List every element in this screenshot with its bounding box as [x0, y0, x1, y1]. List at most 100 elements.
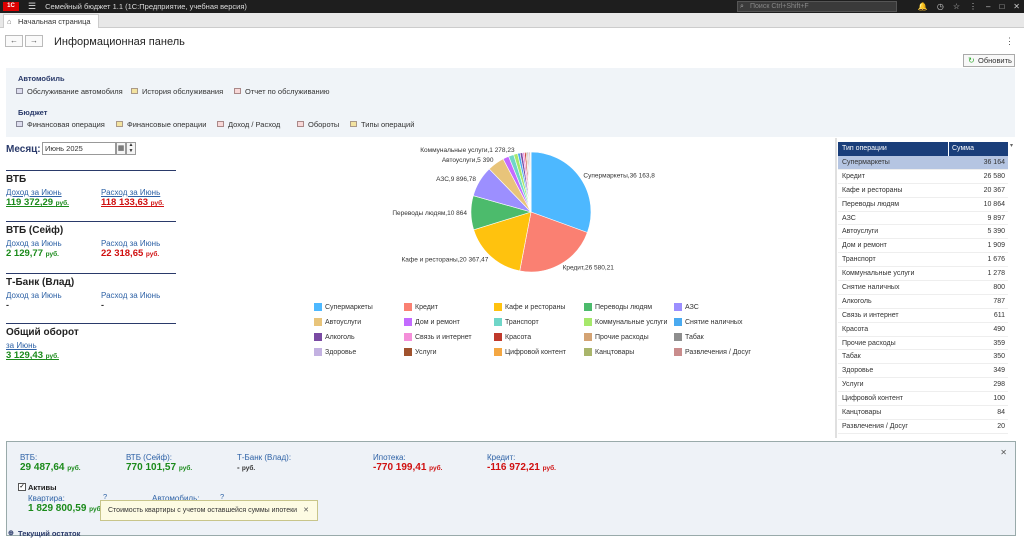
- legend-item[interactable]: АЗС: [674, 303, 764, 312]
- cell-type: Кафе и рестораны: [842, 186, 903, 194]
- legend-item[interactable]: Услуги: [404, 348, 494, 357]
- table-row[interactable]: Транспорт 1 676: [838, 253, 1008, 268]
- legend-item[interactable]: Здоровье: [314, 348, 404, 357]
- legend-swatch: [494, 333, 502, 341]
- legend-item[interactable]: Табак: [674, 333, 764, 342]
- legend-swatch: [314, 348, 322, 356]
- legend-label: Связь и интернет: [415, 334, 472, 341]
- cell-type: Здоровье: [842, 367, 874, 375]
- legend-item[interactable]: Кредит: [404, 303, 494, 312]
- legend-item[interactable]: Транспорт: [494, 318, 584, 327]
- legend-label: Супермаркеты: [325, 304, 373, 311]
- cell-type: Коммунальные услуги: [842, 270, 915, 278]
- table-row[interactable]: Прочие расходы 359: [838, 337, 1008, 351]
- table-row[interactable]: Красота 490: [838, 323, 1008, 337]
- legend-item[interactable]: Дом и ремонт: [404, 318, 494, 327]
- legend-swatch: [314, 333, 322, 341]
- legend-item[interactable]: Канцтовары: [584, 348, 674, 357]
- legend-swatch: [674, 333, 682, 341]
- legend-label: Прочие расходы: [595, 334, 649, 341]
- pie-slice-label: Коммунальные услуги,1 278,23: [420, 147, 515, 154]
- amount: -116 972,21: [487, 462, 540, 473]
- table-menu-icon[interactable]: ▾: [1010, 142, 1013, 149]
- tooltip-text: Стоимость квартиры с учетом оставшейся с…: [108, 507, 298, 514]
- table-row[interactable]: Цифровой контент 100: [838, 392, 1008, 407]
- column-header-sum[interactable]: Сумма: [948, 142, 1008, 156]
- table-row[interactable]: Развлечения / Досуг 20: [838, 420, 1008, 434]
- table-row[interactable]: АЗС 9 897: [838, 212, 1008, 226]
- scrollbar[interactable]: [835, 138, 837, 438]
- current-balance-toggle[interactable]: ⊕ Текущий остаток: [8, 529, 80, 538]
- current-balance-title: Текущий остаток: [18, 529, 81, 538]
- cell-type: Супермаркеты: [842, 159, 890, 166]
- legend-item[interactable]: Супермаркеты: [314, 303, 404, 312]
- table-row[interactable]: Дом и ремонт 1 909: [838, 239, 1008, 254]
- amount: 770 101,57: [126, 462, 177, 473]
- legend-item[interactable]: Цифровой контент: [494, 348, 584, 357]
- cell-sum: 1 278: [987, 270, 1005, 278]
- legend-swatch: [584, 318, 592, 326]
- close-icon[interactable]: ✕: [1000, 448, 1007, 457]
- legend-item[interactable]: Алкоголь: [314, 333, 404, 342]
- vtb-safe-balance: 770 101,57 руб.: [126, 462, 192, 473]
- legend-item[interactable]: Прочие расходы: [584, 333, 674, 342]
- apartment-label: Квартира:: [28, 494, 65, 503]
- currency: руб.: [241, 465, 256, 472]
- legend-swatch: [404, 303, 412, 311]
- cell-sum: 611: [993, 311, 1005, 319]
- assets-toggle[interactable]: ✓ Активы: [18, 483, 56, 492]
- table-row[interactable]: Канцтовары 84: [838, 406, 1008, 420]
- legend-item[interactable]: Снятие наличных: [674, 318, 764, 327]
- table-row[interactable]: Здоровье 349: [838, 364, 1008, 379]
- legend-swatch: [584, 348, 592, 356]
- table-row[interactable]: Супермаркеты 36 164: [838, 156, 1008, 170]
- cell-type: Снятие наличных: [842, 284, 900, 292]
- table-row[interactable]: Алкоголь 787: [838, 295, 1008, 309]
- table-row[interactable]: Коммунальные услуги 1 278: [838, 267, 1008, 282]
- pie-slice-label: Переводы людям,10 864: [392, 210, 467, 217]
- legend-label: Автоуслуги: [325, 319, 362, 326]
- cell-type: Прочие расходы: [842, 339, 896, 347]
- legend-swatch: [314, 318, 322, 326]
- legend-item[interactable]: Красота: [494, 333, 584, 342]
- legend-label: АЗС: [685, 304, 699, 311]
- table-row[interactable]: Кредит 26 580: [838, 170, 1008, 184]
- amount: 29 487,64: [20, 462, 65, 473]
- table-row[interactable]: Автоуслуги 5 390: [838, 225, 1008, 240]
- legend-swatch: [404, 318, 412, 326]
- credit-balance: -116 972,21 руб.: [487, 462, 556, 473]
- currency: руб.: [429, 465, 443, 472]
- legend-item[interactable]: Автоуслуги: [314, 318, 404, 327]
- cell-type: Канцтовары: [842, 409, 882, 417]
- legend-swatch: [494, 348, 502, 356]
- legend-item[interactable]: Кафе и рестораны: [494, 303, 584, 312]
- cell-type: Переводы людям: [842, 200, 900, 208]
- chart-legend: Супермаркеты Кредит Кафе и рестораны Перево…: [314, 303, 774, 357]
- tbank-balance: - руб.: [237, 463, 255, 472]
- legend-item[interactable]: Переводы людям: [584, 303, 674, 312]
- table-row[interactable]: Услуги 298: [838, 378, 1008, 393]
- column-header-type[interactable]: Тип операции: [838, 142, 948, 156]
- legend-item[interactable]: Коммунальные услуги: [584, 318, 674, 327]
- legend-label: Снятие наличных: [685, 319, 743, 326]
- cell-sum: 26 580: [983, 172, 1005, 180]
- table-row[interactable]: Переводы людям 10 864: [838, 198, 1008, 212]
- legend-item[interactable]: Связь и интернет: [404, 333, 494, 342]
- pie-slice-label: Кредит,26 580,21: [563, 265, 615, 272]
- table-row[interactable]: Табак 350: [838, 350, 1008, 365]
- legend-item[interactable]: Развлечения / Досуг: [674, 348, 764, 357]
- cell-type: Дом и ремонт: [842, 242, 887, 250]
- mortgage-label: Ипотека:: [373, 453, 406, 462]
- cell-sum: 1 676: [987, 256, 1005, 264]
- cell-type: Кредит: [842, 172, 865, 180]
- cell-sum: 100: [993, 395, 1005, 403]
- currency: руб.: [178, 465, 193, 472]
- apartment-value: 1 829 800,59 руб.: [28, 503, 103, 514]
- tooltip-close-icon[interactable]: ✕: [303, 501, 309, 520]
- legend-label: Кредит: [415, 304, 438, 311]
- table-row[interactable]: Снятие наличных 800: [838, 281, 1008, 295]
- legend-label: Услуги: [415, 349, 437, 356]
- legend-label: Дом и ремонт: [415, 319, 460, 326]
- table-row[interactable]: Связь и интернет 611: [838, 309, 1008, 323]
- table-row[interactable]: Кафе и рестораны 20 367: [838, 184, 1008, 198]
